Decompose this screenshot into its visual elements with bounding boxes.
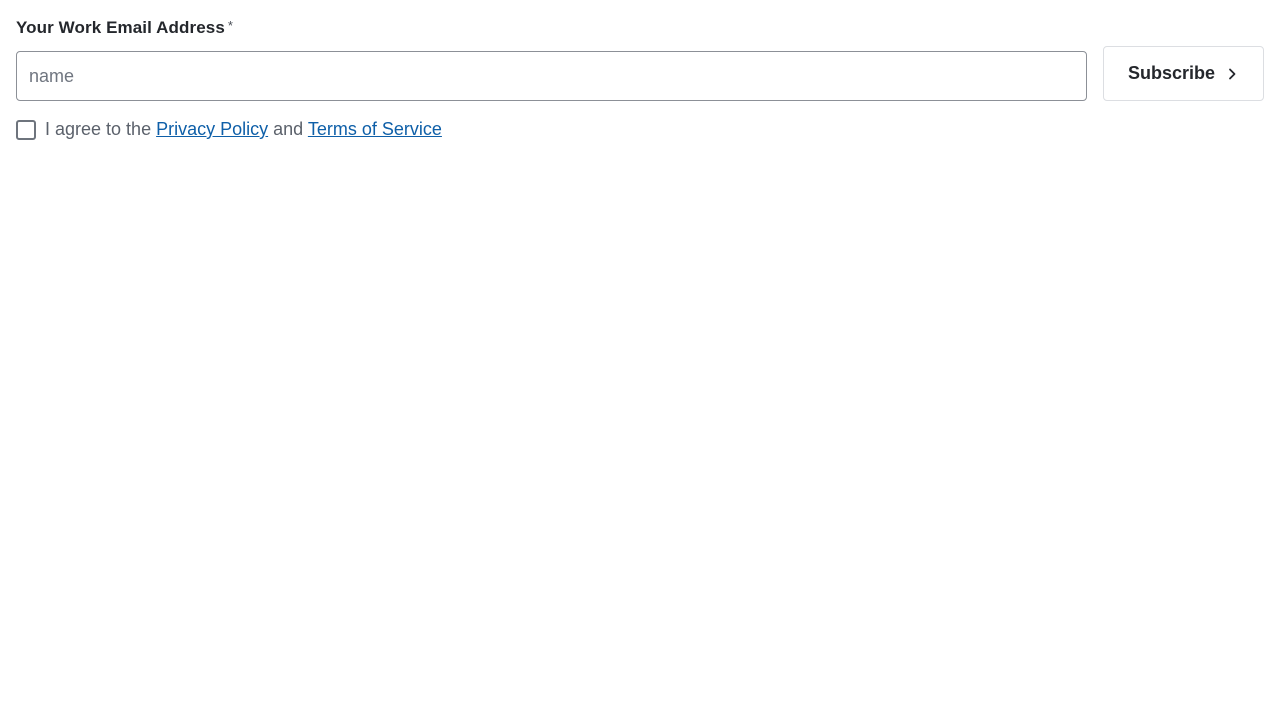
chevron-right-icon [1225,67,1239,81]
consent-conjunction: and [273,119,304,139]
subscribe-button-label: Subscribe [1127,63,1216,83]
email-field[interactable] [16,51,1087,101]
consent-checkbox[interactable] [16,119,36,140]
email-field-label: Your Work Email Address * [16,18,233,38]
subscribe-button[interactable]: Subscribe [1103,46,1264,101]
consent-text: I agree to the Privacy Policy and Terms … [45,119,442,140]
consent-row: I agree to the Privacy Policy and Terms … [16,119,442,140]
email-label-text: Your Work Email Address [16,18,225,37]
privacy-policy-link[interactable]: Privacy Policy [156,119,268,139]
consent-prefix: I agree to the [45,119,152,139]
required-mark: * [227,18,234,33]
terms-of-service-link[interactable]: Terms of Service [308,119,442,139]
